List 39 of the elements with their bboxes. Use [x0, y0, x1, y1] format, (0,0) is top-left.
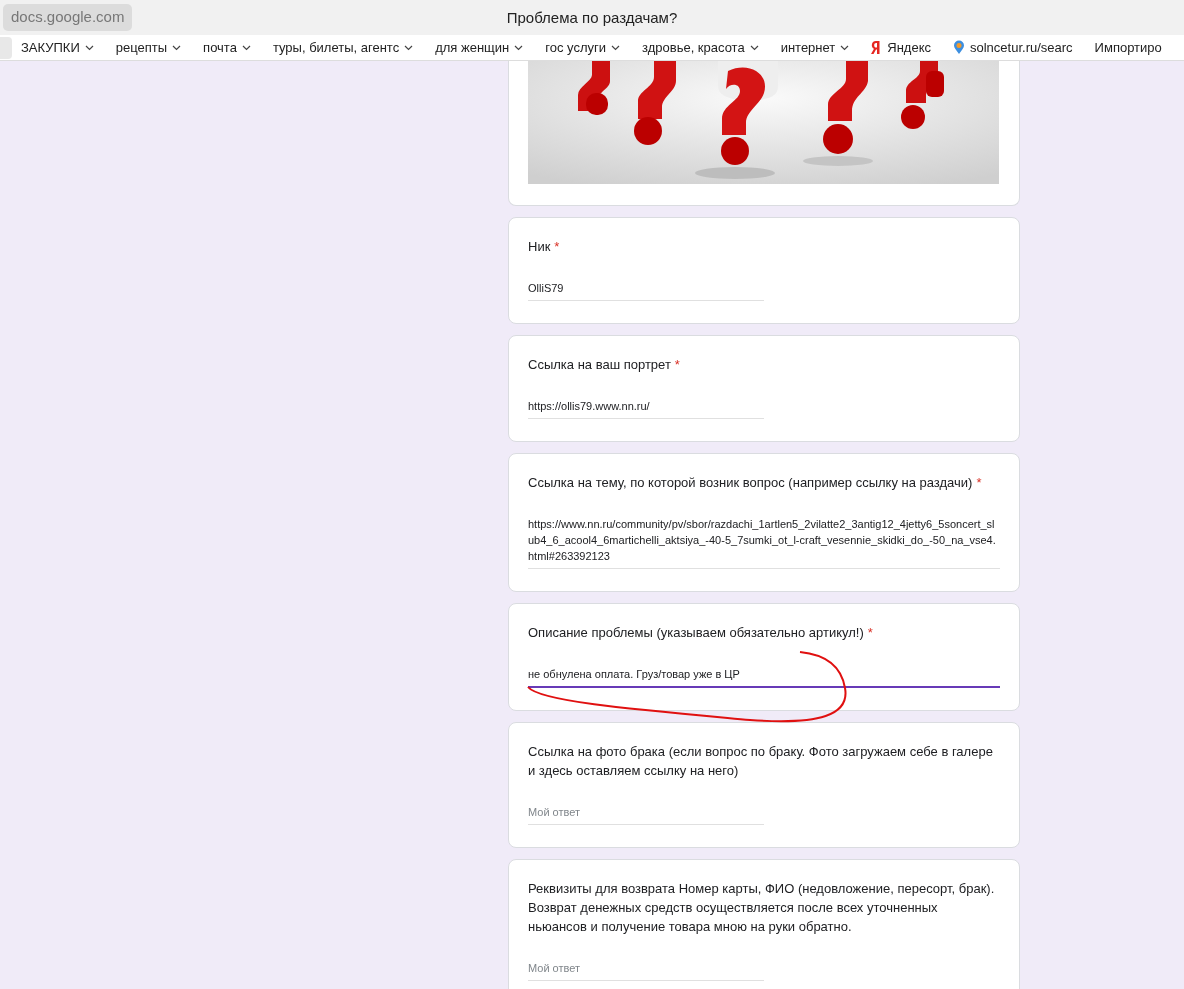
bookmark-folder[interactable]: интернет: [780, 37, 850, 58]
answer-field[interactable]: Мой ответ: [528, 804, 764, 825]
required-asterisk: *: [867, 624, 873, 642]
bookmark-folder[interactable]: почта: [203, 37, 251, 58]
bookmark-folder[interactable]: туры, билеты, агентс: [272, 37, 414, 58]
answer-field[interactable]: не обнулена оплата. Груз/товар уже в ЦР: [528, 666, 1000, 688]
bookmark-link[interactable]: Яндекс: [871, 37, 931, 58]
chevron-down-icon: [84, 44, 94, 51]
window-title: Проблема по раздачам?: [506, 8, 678, 28]
bookmark-stub[interactable]: [0, 36, 12, 59]
question-title: Ссылка на фото брака (если вопрос по браку. Фото загружаем себе в галере и здесь оставляем ссылку на него): [528, 743, 994, 780]
answer-field[interactable]: OlliS79: [528, 280, 764, 301]
required-asterisk: *: [554, 238, 560, 256]
yandex-logo-icon: [871, 40, 883, 55]
question-title: Ссылка на ваш портрет: [528, 356, 671, 374]
bookmark-folder[interactable]: здровье, красота: [642, 37, 759, 58]
chevron-down-icon: [840, 44, 850, 51]
answer-field[interactable]: https://www.nn.ru/community/pv/sbor/razdachi_1artlen5_2vilatte2_3antig12_4jetty6_5soncert_slub4_6_acool4_6martichelli_aktsiya_-40-5_7sumki_ot_l-craft_vesennie_skidki_do_-50_na_vse4.html#263392123: [528, 516, 1000, 569]
chevron-down-icon: [404, 44, 414, 51]
chevron-down-icon: [514, 44, 524, 51]
required-asterisk: *: [674, 356, 680, 374]
chevron-down-icon: [172, 44, 182, 51]
question-title: Ник: [528, 238, 551, 256]
bookmark-folder[interactable]: гос услуги: [545, 37, 620, 58]
bookmark-link[interactable]: Импортиро: [1094, 37, 1162, 58]
question-title: Ссылка на тему, по которой возник вопрос (например ссылку на раздачи): [528, 474, 973, 492]
chevron-down-icon: [611, 44, 620, 51]
bookmark-folder[interactable]: ЗАКУПКИ: [21, 37, 94, 58]
answer-field[interactable]: https://ollis79.www.nn.ru/: [528, 398, 764, 419]
chevron-down-icon: [241, 44, 251, 51]
question-title: Описание проблемы (указываем обязательно артикул!): [528, 624, 864, 642]
chevron-down-icon: [749, 44, 759, 51]
required-asterisk: *: [976, 474, 982, 492]
answer-field[interactable]: Мой ответ: [528, 960, 764, 981]
bookmark-link[interactable]: solncetur.ru/searc: [953, 37, 1073, 58]
map-pin-icon: [953, 40, 965, 55]
question-title: Реквизиты для возврата Номер карты, ФИО (недовложение, пересорт, брак). Возврат денежных средств осуществляется после всех уточненных ньюансов и получение товара мною на руки обратно.: [528, 880, 996, 936]
bookmark-folder[interactable]: рецепты: [115, 37, 182, 58]
bookmark-folder[interactable]: для женщин: [435, 37, 524, 58]
